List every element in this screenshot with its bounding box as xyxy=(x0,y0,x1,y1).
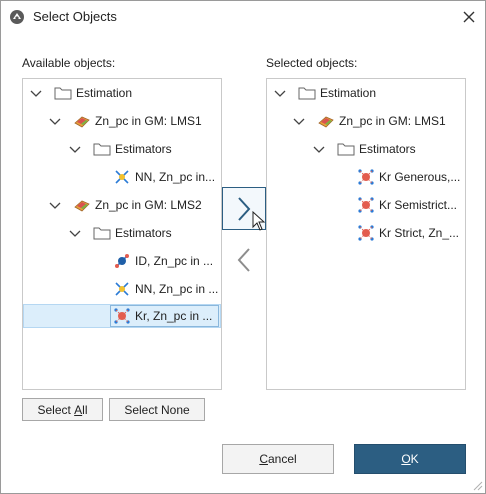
geological-model-icon xyxy=(74,116,90,128)
window-title: Select Objects xyxy=(33,9,117,24)
tree-row-gm-lms1[interactable]: Zn_pc in GM: LMS1 xyxy=(267,108,465,134)
tree-row-kriging-estimator[interactable]: Kr Strict, Zn_... xyxy=(267,220,465,246)
chevron-left-icon xyxy=(237,247,250,272)
tree-row-estimators[interactable]: Estimators xyxy=(23,136,221,162)
chevron-down-icon[interactable] xyxy=(69,227,81,239)
cancel-rest: ancel xyxy=(267,452,297,466)
inverse-distance-icon xyxy=(115,254,129,268)
chevron-down-icon[interactable] xyxy=(313,143,325,155)
nearest-neighbour-icon xyxy=(115,282,129,296)
folder-icon xyxy=(93,143,111,156)
ok-rest: K xyxy=(410,452,419,466)
tree-row-gm-lms1[interactable]: Zn_pc in GM: LMS1 xyxy=(23,108,221,134)
select-none-button[interactable]: Select None xyxy=(109,398,205,421)
chevron-down-icon[interactable] xyxy=(49,115,61,127)
chevron-right-icon xyxy=(238,196,251,221)
available-objects-label: Available objects: xyxy=(22,56,116,70)
tree-row-kriging-estimator[interactable]: Kr, Zn_pc in ... xyxy=(23,303,221,329)
chevron-down-icon[interactable] xyxy=(69,143,81,155)
tree-item-label: Kr Strict, Zn_... xyxy=(379,226,460,240)
close-button[interactable] xyxy=(456,5,482,29)
tree-item-label: Estimation xyxy=(320,86,377,100)
folder-icon xyxy=(337,143,355,156)
kriging-icon xyxy=(358,197,374,213)
cancel-mnemonic: C xyxy=(259,452,268,466)
ok-button[interactable]: OK xyxy=(354,444,466,474)
tree-row-estimators[interactable]: Estimators xyxy=(23,220,221,246)
select-all-mnemonic: A xyxy=(74,402,83,417)
folder-icon xyxy=(54,87,72,100)
tree-item-label: Kr Generous,... xyxy=(379,170,461,184)
tree-row-kriging-estimator[interactable]: Kr Generous,... xyxy=(267,164,465,190)
select-all-prefix: Select xyxy=(37,402,75,417)
cancel-button[interactable]: Cancel xyxy=(222,444,334,474)
kriging-icon xyxy=(114,308,130,324)
chevron-down-icon[interactable] xyxy=(293,115,305,127)
geological-model-icon xyxy=(74,200,90,212)
selected-objects-label: Selected objects: xyxy=(266,56,358,70)
tree-item-label: Estimators xyxy=(115,226,172,240)
remove-from-selected-button[interactable] xyxy=(222,238,266,281)
tree-row-nn-estimator[interactable]: NN, Zn_pc in... xyxy=(23,164,221,190)
resize-grip-icon[interactable] xyxy=(473,481,483,491)
mouse-cursor-icon xyxy=(252,211,265,231)
tree-item-label: NN, Zn_pc in... xyxy=(135,170,216,184)
nearest-neighbour-icon xyxy=(115,170,129,184)
tree-row-gm-lms2[interactable]: Zn_pc in GM: LMS2 xyxy=(23,192,221,218)
tree-row-nn-estimator[interactable]: NN, Zn_pc in ... xyxy=(23,276,221,302)
close-icon xyxy=(463,11,475,23)
tree-item-label: Estimators xyxy=(359,142,416,156)
tree-item-label: Zn_pc in GM: LMS1 xyxy=(95,114,202,128)
kriging-icon xyxy=(358,169,374,185)
tree-item-label: Kr, Zn_pc in ... xyxy=(135,309,213,323)
folder-icon xyxy=(298,87,316,100)
geological-model-icon xyxy=(318,116,334,128)
title-bar: Select Objects xyxy=(1,1,485,32)
tree-item-label: Estimators xyxy=(115,142,172,156)
folder-icon xyxy=(93,227,111,240)
tree-row-estimation[interactable]: Estimation xyxy=(23,80,221,106)
tree-row-estimation[interactable]: Estimation xyxy=(267,80,465,106)
tree-row-kriging-estimator[interactable]: Kr Semistrict... xyxy=(267,192,465,218)
chevron-down-icon[interactable] xyxy=(49,199,61,211)
select-objects-dialog: Select Objects Available objects: Estima… xyxy=(0,0,486,494)
select-all-suffix: ll xyxy=(82,402,88,417)
selected-objects-tree[interactable]: Estimation Zn_pc in GM: LMS1 Estimators … xyxy=(266,78,466,390)
select-all-button[interactable]: Select All xyxy=(22,398,103,421)
app-icon xyxy=(10,10,24,24)
ok-mnemonic: O xyxy=(401,452,411,466)
tree-item-label: Kr Semistrict... xyxy=(379,198,458,212)
chevron-down-icon[interactable] xyxy=(30,87,42,99)
tree-item-label: ID, Zn_pc in ... xyxy=(135,254,214,268)
kriging-icon xyxy=(358,225,374,241)
chevron-down-icon[interactable] xyxy=(274,87,286,99)
tree-row-id-estimator[interactable]: ID, Zn_pc in ... xyxy=(23,248,221,274)
tree-item-label: Zn_pc in GM: LMS1 xyxy=(339,114,446,128)
available-objects-tree[interactable]: Estimation Zn_pc in GM: LMS1 Estimators … xyxy=(22,78,222,390)
tree-item-label: Zn_pc in GM: LMS2 xyxy=(95,198,202,212)
tree-item-label: Estimation xyxy=(76,86,133,100)
tree-row-estimators[interactable]: Estimators xyxy=(267,136,465,162)
tree-item-label: NN, Zn_pc in ... xyxy=(135,282,219,296)
